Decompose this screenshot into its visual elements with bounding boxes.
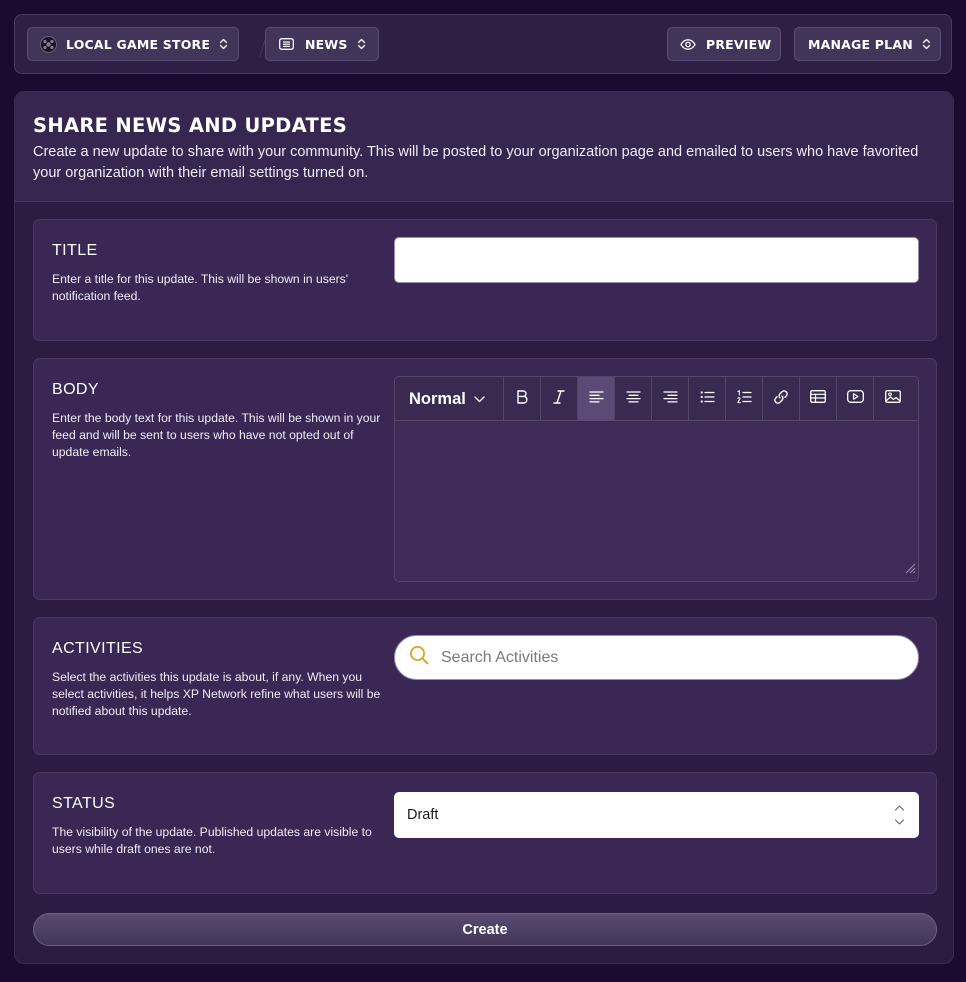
- table-button[interactable]: [800, 377, 837, 421]
- activities-description: Select the activities this update is abo…: [52, 670, 381, 718]
- align-right-icon: [662, 390, 678, 408]
- body-label: BODY: [52, 381, 99, 398]
- image-button[interactable]: [874, 377, 911, 421]
- title-input[interactable]: [394, 237, 919, 283]
- create-button[interactable]: Create: [33, 913, 937, 946]
- organization-label: LOCAL GAME STORE: [66, 36, 211, 52]
- body-description: Enter the body text for this update. Thi…: [52, 411, 381, 459]
- manage-plan-label: MANAGE PLAN: [808, 36, 913, 52]
- link-button[interactable]: [763, 377, 800, 421]
- numbered-list-button[interactable]: [726, 377, 763, 421]
- activities-section: ACTIVITIES Select the activities this up…: [33, 617, 937, 755]
- bold-button[interactable]: [504, 377, 541, 421]
- status-description: The visibility of the update. Published …: [52, 825, 372, 856]
- status-select[interactable]: Draft: [394, 792, 919, 838]
- eye-icon: [680, 38, 696, 50]
- title-description: Enter a title for this update. This will…: [52, 272, 349, 303]
- status-section: STATUS The visibility of the update. Pub…: [33, 772, 937, 894]
- panel-header: SHARE NEWS AND UPDATES Create a new upda…: [15, 92, 953, 202]
- editor-toolbar: Normal: [395, 377, 918, 421]
- activities-search-input[interactable]: [441, 648, 881, 667]
- chevron-down-icon: [474, 395, 485, 403]
- news-icon: [279, 38, 294, 50]
- bullet-list-button[interactable]: [689, 377, 726, 421]
- table-icon: [810, 390, 826, 408]
- bullet-list-icon: [700, 390, 715, 408]
- title-label: TITLE: [52, 242, 98, 259]
- align-left-button[interactable]: [578, 377, 615, 421]
- image-icon: [884, 390, 901, 408]
- chevron-up-down-icon: [922, 38, 931, 50]
- resize-handle-icon[interactable]: [904, 561, 916, 579]
- section-label: NEWS: [305, 36, 348, 52]
- status-selected-value: Draft: [407, 807, 439, 823]
- body-section: BODY Enter the body text for this update…: [33, 358, 937, 600]
- numbered-list-icon: [736, 389, 752, 409]
- section-selector[interactable]: NEWS: [265, 27, 379, 61]
- manage-plan-button[interactable]: MANAGE PLAN: [794, 27, 941, 61]
- italic-button[interactable]: [541, 377, 578, 421]
- italic-icon: [553, 389, 565, 409]
- create-update-panel: SHARE NEWS AND UPDATES Create a new upda…: [14, 91, 954, 964]
- link-icon: [773, 389, 789, 410]
- chevron-up-down-icon: [894, 804, 905, 830]
- organization-avatar-icon: [40, 35, 57, 53]
- text-format-dropdown[interactable]: Normal: [395, 377, 504, 421]
- organization-selector[interactable]: LOCAL GAME STORE: [27, 27, 239, 61]
- align-center-button[interactable]: [615, 377, 652, 421]
- rich-text-editor: Normal: [394, 376, 919, 582]
- preview-button[interactable]: PREVIEW: [667, 27, 781, 61]
- body-text-area[interactable]: [395, 421, 918, 581]
- page-title: SHARE NEWS AND UPDATES: [33, 114, 348, 137]
- title-section: TITLE Enter a title for this update. Thi…: [33, 219, 937, 341]
- align-right-button[interactable]: [652, 377, 689, 421]
- top-navigation-bar: LOCAL GAME STORE NEWS PREVIEW MANAGE PLA…: [14, 14, 952, 74]
- preview-label: PREVIEW: [706, 36, 772, 52]
- status-label: STATUS: [52, 795, 116, 812]
- video-button[interactable]: [837, 377, 874, 421]
- video-icon: [846, 390, 864, 408]
- page-description: Create a new update to share with your c…: [33, 144, 919, 181]
- align-left-icon: [588, 390, 604, 408]
- search-icon: [409, 645, 429, 670]
- chevron-up-down-icon: [357, 38, 366, 50]
- activities-search-box[interactable]: [394, 635, 919, 680]
- text-format-value: Normal: [409, 389, 466, 408]
- chevron-up-down-icon: [219, 38, 228, 50]
- align-center-icon: [625, 390, 641, 408]
- activities-label: ACTIVITIES: [52, 640, 144, 657]
- bold-icon: [516, 389, 528, 409]
